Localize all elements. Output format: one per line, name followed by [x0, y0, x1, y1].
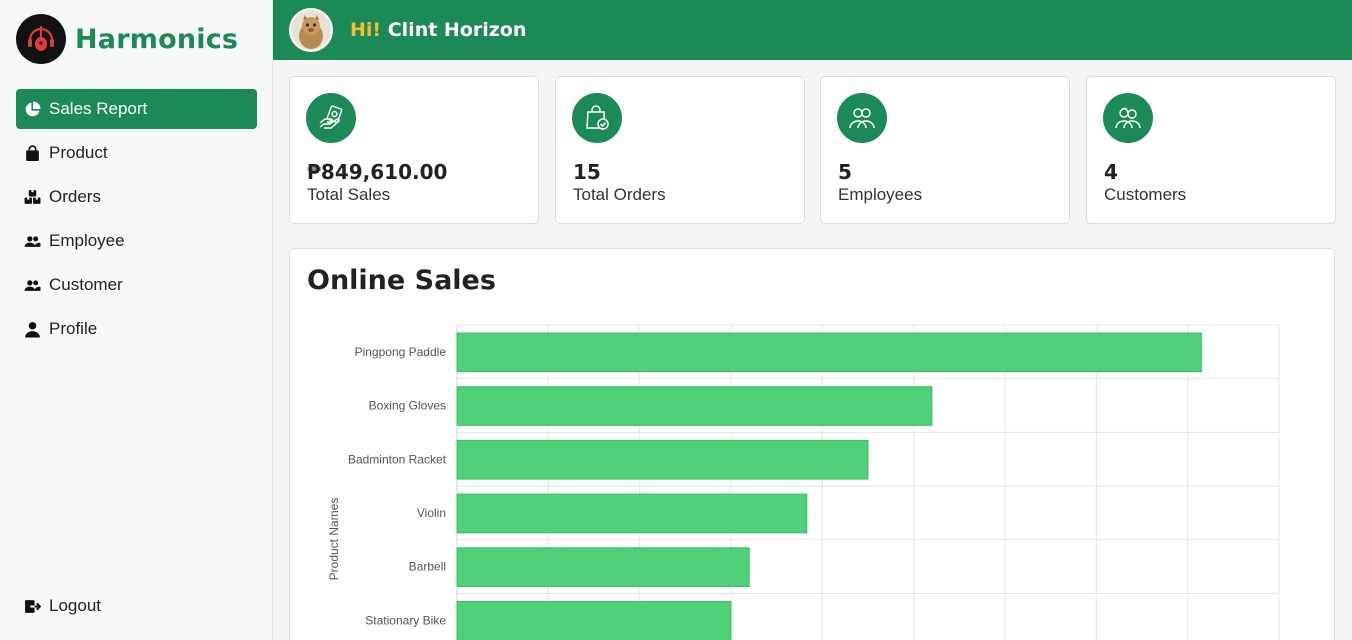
user-name: Clint Horizon	[387, 19, 527, 41]
sidebar-item-label: Customer	[49, 275, 123, 294]
brand-name: Harmonics	[75, 23, 239, 55]
logout-button[interactable]: Logout	[16, 586, 257, 626]
sidebar-item-label: Product	[49, 143, 108, 162]
stat-value: 5	[838, 160, 852, 184]
bar	[456, 493, 808, 534]
sidebar-item-profile[interactable]: Profile	[16, 309, 257, 349]
y-tick-label: Boxing Gloves	[369, 399, 446, 413]
logout-icon	[24, 598, 41, 615]
header: Hi! Clint Horizon	[273, 0, 1352, 60]
logout-label: Logout	[49, 596, 101, 615]
bar	[456, 332, 1202, 373]
sidebar-item-label: Employee	[49, 231, 125, 250]
y-tick-label: Pingpong Paddle	[355, 345, 447, 359]
sidebar-nav: Sales Report Product Orders Employee Cus…	[16, 89, 257, 353]
brand[interactable]: Harmonics	[16, 14, 238, 64]
y-tick-label: Badminton Racket	[348, 452, 447, 466]
sidebar-item-label: Sales Report	[49, 99, 148, 118]
stat-value: 4	[1104, 160, 1118, 184]
bar	[456, 547, 750, 587]
stat-card-total-orders: 15 Total Orders	[555, 76, 805, 224]
shopping-bag-icon	[24, 144, 41, 162]
greeting-hi: Hi!	[350, 19, 382, 41]
pie-chart-icon	[24, 101, 41, 118]
sidebar: Harmonics Sales Report Product Orders Em…	[0, 0, 273, 640]
avatar[interactable]	[289, 8, 333, 52]
sidebar-item-label: Profile	[49, 319, 98, 338]
stat-card-customers: 4 Customers	[1086, 76, 1336, 224]
stat-label: Total Orders	[573, 185, 666, 204]
bar	[456, 439, 869, 480]
shopping-bag-check-icon	[572, 93, 622, 143]
stat-card-employees: 5 Employees	[820, 76, 1070, 224]
users-icon	[24, 277, 41, 294]
stat-value: ₱849,610.00	[307, 160, 448, 184]
stat-label: Customers	[1104, 185, 1187, 204]
sidebar-item-sales-report[interactable]: Sales Report	[16, 89, 257, 129]
stat-value: 15	[573, 160, 601, 184]
sidebar-item-employee[interactable]: Employee	[16, 221, 257, 261]
sidebar-item-customer[interactable]: Customer	[16, 265, 257, 305]
stat-label: Employees	[838, 185, 923, 204]
bar	[456, 601, 732, 640]
user-icon	[24, 321, 41, 338]
y-tick-label: Barbell	[409, 560, 446, 574]
stat-card-total-sales: ₱849,610.00 Total Sales	[289, 76, 539, 224]
online-sales-panel: Online Sales Pingpong Paddle Boxing Glove…	[289, 248, 1335, 640]
logout-area: Logout	[16, 586, 257, 630]
customers-icon	[1103, 93, 1153, 143]
sidebar-item-label: Orders	[49, 187, 101, 206]
online-sales-chart: Pingpong Paddle Boxing Gloves Badminton Ra…	[327, 324, 1280, 640]
y-axis-label: Product Names	[327, 498, 341, 581]
y-tick-label: Stationary Bike	[365, 613, 446, 627]
users-icon	[24, 233, 41, 250]
people-icon	[837, 93, 887, 143]
sidebar-item-product[interactable]: Product	[16, 133, 257, 173]
bar	[456, 386, 933, 426]
sidebar-item-orders[interactable]: Orders	[16, 177, 257, 217]
stat-label: Total Sales	[307, 185, 391, 204]
boxes-icon	[24, 189, 41, 206]
logo-icon	[16, 14, 66, 64]
money-hand-icon	[306, 93, 356, 143]
greeting: Hi! Clint Horizon	[350, 19, 526, 41]
y-tick-label: Violin	[417, 506, 446, 520]
